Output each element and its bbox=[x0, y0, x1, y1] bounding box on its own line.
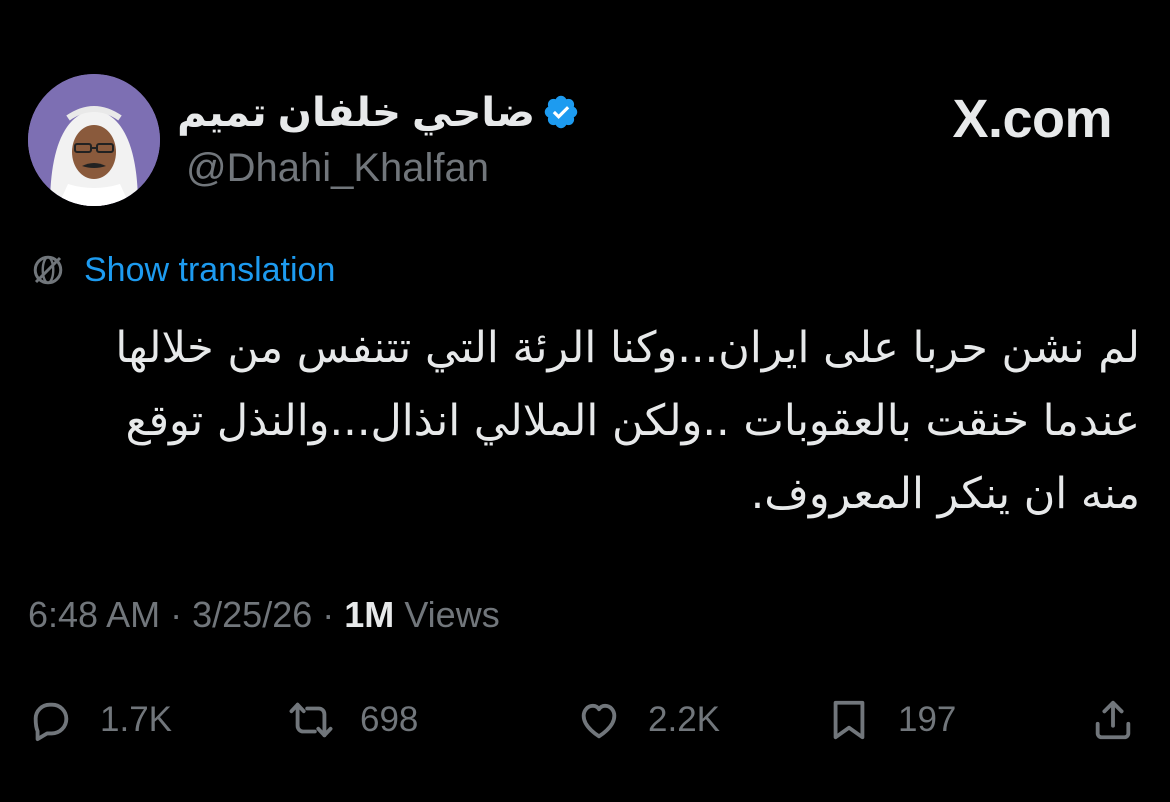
bookmark-count: 197 bbox=[898, 700, 957, 739]
tweet-text: لم نشن حربا على ايران...وكنا الرئة التي … bbox=[30, 312, 1140, 531]
author-display-name[interactable]: ضاحي خلفان تميم bbox=[177, 90, 535, 136]
bookmark-icon bbox=[833, 700, 865, 740]
retweet-count: 698 bbox=[360, 700, 419, 739]
tweet-text-line: لم نشن حربا على ايران...وكنا الرئة التي … bbox=[115, 323, 1140, 373]
share-icon bbox=[1095, 700, 1131, 740]
views-count: 1M bbox=[344, 594, 395, 635]
retweet-button[interactable]: 698 bbox=[288, 692, 418, 748]
like-count: 2.2K bbox=[648, 700, 720, 739]
globe-icon bbox=[33, 255, 63, 285]
author-handle[interactable]: @Dhahi_Khalfan bbox=[186, 146, 489, 191]
tweet-meta: 6:48 AM · 3/25/26 · 1M Views bbox=[28, 594, 500, 636]
reply-button[interactable]: 1.7K bbox=[28, 692, 172, 748]
bookmark-button[interactable]: 197 bbox=[826, 692, 956, 748]
heart-icon bbox=[581, 703, 617, 739]
avatar[interactable] bbox=[28, 74, 160, 206]
site-label: X.com bbox=[952, 89, 1112, 149]
meta-separator: · bbox=[170, 594, 183, 635]
meta-separator: · bbox=[322, 594, 335, 635]
show-translation-button[interactable]: Show translation bbox=[30, 248, 335, 292]
tweet-date[interactable]: 3/25/26 bbox=[192, 594, 312, 635]
avatar-photo bbox=[28, 74, 160, 206]
tweet-text-line: عندما خنقت بالعقوبات ..ولكن الملالي انذا… bbox=[125, 396, 1140, 446]
share-button[interactable] bbox=[1090, 692, 1136, 748]
tweet-text-line: منه ان ينكر المعروف. bbox=[750, 469, 1140, 519]
like-button[interactable]: 2.2K bbox=[576, 692, 720, 748]
reply-count: 1.7K bbox=[100, 700, 172, 739]
show-translation-label: Show translation bbox=[84, 250, 336, 289]
retweet-icon bbox=[289, 702, 333, 738]
views-label: Views bbox=[404, 594, 500, 635]
reply-icon bbox=[33, 702, 69, 742]
tweet-time[interactable]: 6:48 AM bbox=[28, 594, 160, 635]
verified-badge-icon bbox=[544, 95, 578, 129]
